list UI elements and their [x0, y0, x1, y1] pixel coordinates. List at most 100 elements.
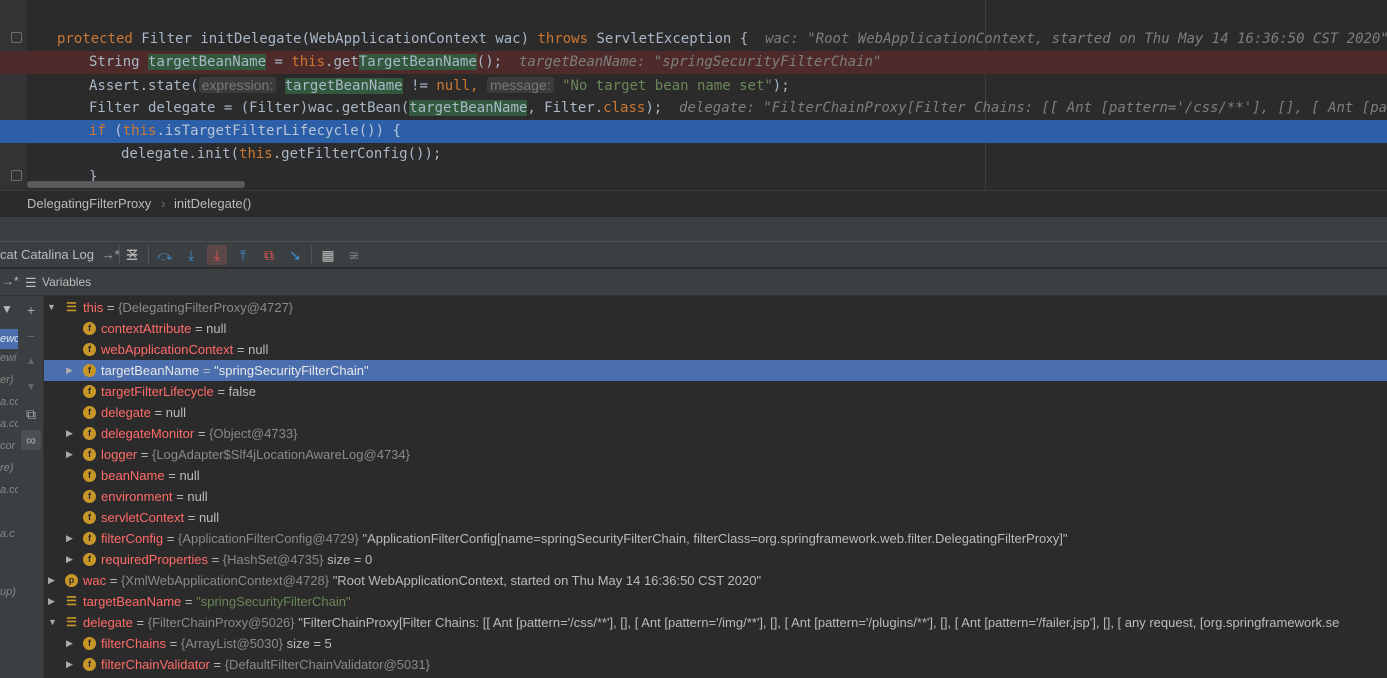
frame-item[interactable]: er) [0, 374, 18, 386]
step-into-icon[interactable]: ⤓ [181, 245, 201, 265]
remove-watch-icon[interactable]: − [21, 326, 41, 346]
variable-row[interactable]: ▶ f filterChains = {ArrayList@5030} size… [44, 633, 1387, 654]
code-line-1[interactable]: protected Filter initDelegate(WebApplica… [0, 28, 1387, 51]
drop-frame-icon[interactable]: ⧉ [259, 245, 279, 265]
code-line-4[interactable]: Filter delegate = (Filter)wac.getBean(ta… [0, 97, 1387, 120]
pin-tab-icon[interactable]: →* [102, 247, 120, 262]
variable-row[interactable]: ▶ f requiredProperties = {HashSet@4735} … [44, 549, 1387, 570]
inline-debug-value: targetBeanName: "springSecurityFilterCha… [518, 54, 882, 70]
frame-item[interactable]: a.co [0, 418, 18, 430]
toolbar-separator [311, 246, 312, 264]
frame-item[interactable]: a.co [0, 396, 18, 408]
variables-header: →* ☰ Variables [0, 269, 1387, 296]
variable-row[interactable]: ▶ p wac = {XmlWebApplicationContext@4728… [44, 570, 1387, 591]
frame-item[interactable]: up) [0, 586, 18, 598]
field-icon: f [83, 469, 96, 482]
variables-menu-icon[interactable]: ☰ [25, 275, 37, 291]
move-up-icon[interactable]: ▲ [21, 352, 41, 372]
force-step-into-icon[interactable]: ⤓ [207, 245, 227, 265]
move-down-icon[interactable]: ▼ [21, 378, 41, 398]
variable-row[interactable]: f servletContext = null [44, 507, 1387, 528]
expand-arrow-icon[interactable]: ▶ [66, 633, 73, 654]
field-icon: f [83, 322, 96, 335]
field-icon: f [83, 448, 96, 461]
expand-arrow-icon[interactable]: ▶ [66, 360, 73, 381]
frame-item[interactable]: cor [0, 440, 18, 452]
variable-row[interactable]: ▶ ☰ targetBeanName = "springSecurityFilt… [44, 591, 1387, 612]
variable-row[interactable]: f beanName = null [44, 465, 1387, 486]
trace-stream-icon[interactable]: ≆ [344, 245, 364, 265]
variables-actions: + − ▲ ▼ ⧉ ∞ [18, 296, 44, 678]
step-out-icon[interactable]: ⤒ [233, 245, 253, 265]
param-hint-message: message: [486, 77, 554, 93]
frames-list[interactable]: ▼ ewo ewi er) a.co a.co cor re) a.co a.c… [0, 296, 18, 678]
evaluate-expression-icon[interactable]: ▦ [318, 245, 338, 265]
breadcrumb-separator: › [161, 196, 166, 211]
collapse-arrow-icon[interactable]: ▼ [47, 297, 56, 318]
code-line-6[interactable]: delegate.init(this.getFilterConfig()); [0, 143, 1387, 166]
copy-icon[interactable]: ⧉ [21, 404, 41, 424]
field-icon: f [83, 343, 96, 356]
inline-debug-value: delegate: "FilterChainProxy[Filter Chain… [679, 100, 1387, 116]
toolbar-separator [119, 246, 120, 264]
field-icon: f [83, 385, 96, 398]
expand-arrow-icon[interactable]: ▶ [66, 528, 73, 549]
variable-row[interactable]: f delegate = null [44, 402, 1387, 423]
frame-item[interactable]: a.c [0, 528, 18, 540]
expand-arrow-icon[interactable]: ▶ [48, 570, 55, 591]
field-icon: f [83, 553, 96, 566]
pin-icon[interactable]: →* [2, 274, 19, 288]
horizontal-scrollbar[interactable] [27, 181, 245, 188]
step-over-icon[interactable]: ⤼ [155, 245, 175, 265]
tab-catalina-log[interactable]: cat Catalina Log →* ✕ [0, 247, 138, 263]
inline-debug-value: wac: "Root WebApplicationContext, starte… [765, 31, 1387, 47]
collapse-arrow-icon[interactable]: ▼ [48, 612, 57, 633]
stack-icon: ☰ [66, 615, 77, 629]
variable-row[interactable]: ▶ f logger = {LogAdapter$Slf4jLocationAw… [44, 444, 1387, 465]
filter-icon[interactable]: ▼ [1, 302, 13, 316]
variable-row[interactable]: ▼ ☰ this = {DelegatingFilterProxy@4727} [44, 297, 1387, 318]
execution-point-line[interactable]: if (this.isTargetFilterLifecycle()) { [0, 120, 1387, 143]
field-icon: f [83, 406, 96, 419]
frame-item[interactable]: re) [0, 462, 18, 474]
code-line-2[interactable]: String targetBeanName = this.getTargetBe… [0, 51, 1387, 74]
add-watch-icon[interactable]: + [21, 300, 41, 320]
show-execution-point-icon[interactable]: ☰ [122, 245, 142, 265]
variable-row[interactable]: ▼ ☰ delegate = {FilterChainProxy@5026} "… [44, 612, 1387, 633]
field-icon: f [83, 511, 96, 524]
expand-arrow-icon[interactable]: ▶ [66, 444, 73, 465]
variable-row[interactable]: ▶ f filterChainValidator = {DefaultFilte… [44, 654, 1387, 675]
field-icon: f [83, 532, 96, 545]
variable-row[interactable]: f contextAttribute = null [44, 318, 1387, 339]
field-icon: f [83, 427, 96, 440]
expand-arrow-icon[interactable]: ▶ [66, 654, 73, 675]
variables-title: Variables [42, 275, 92, 289]
breadcrumb-method[interactable]: initDelegate() [174, 196, 251, 211]
code-line-3[interactable]: Assert.state(expression: targetBeanName … [0, 74, 1387, 97]
expand-arrow-icon[interactable]: ▶ [66, 549, 73, 570]
field-icon: f [83, 658, 96, 671]
run-to-cursor-icon[interactable]: ↘ [285, 245, 305, 265]
variable-row[interactable]: ▶ f filterConfig = {ApplicationFilterCon… [44, 528, 1387, 549]
variable-row[interactable]: f webApplicationContext = null [44, 339, 1387, 360]
expand-arrow-icon[interactable]: ▶ [66, 423, 73, 444]
stack-icon: ☰ [66, 594, 77, 608]
variable-row[interactable]: f environment = null [44, 486, 1387, 507]
expand-arrow-icon[interactable]: ▶ [48, 591, 55, 612]
frame-item[interactable]: ewi [0, 352, 18, 364]
variable-row[interactable]: f targetFilterLifecycle = false [44, 381, 1387, 402]
breadcrumb: DelegatingFilterProxy › initDelegate() [0, 190, 1387, 217]
breadcrumb-class[interactable]: DelegatingFilterProxy [27, 196, 151, 211]
code-editor[interactable]: protected Filter initDelegate(WebApplica… [0, 0, 1387, 190]
show-watches-icon[interactable]: ∞ [21, 430, 41, 450]
stack-icon: ☰ [66, 300, 77, 314]
field-icon: f [83, 364, 96, 377]
panel-divider[interactable] [0, 217, 1387, 241]
variable-row[interactable]: ▶ f delegateMonitor = {Object@4733} [44, 423, 1387, 444]
frame-item[interactable]: ewo [0, 329, 18, 349]
debug-toolbar: cat Catalina Log →* ✕ ☰ ⤼ ⤓ ⤓ ⤒ ⧉ ↘ ▦ ≆ [0, 241, 1387, 268]
field-icon: f [83, 637, 96, 650]
variables-tree[interactable]: ▼ ☰ this = {DelegatingFilterProxy@4727} … [44, 296, 1387, 678]
frame-item[interactable]: a.co [0, 484, 18, 496]
variable-row-selected[interactable]: ▶ f targetBeanName = "springSecurityFilt… [44, 360, 1387, 381]
